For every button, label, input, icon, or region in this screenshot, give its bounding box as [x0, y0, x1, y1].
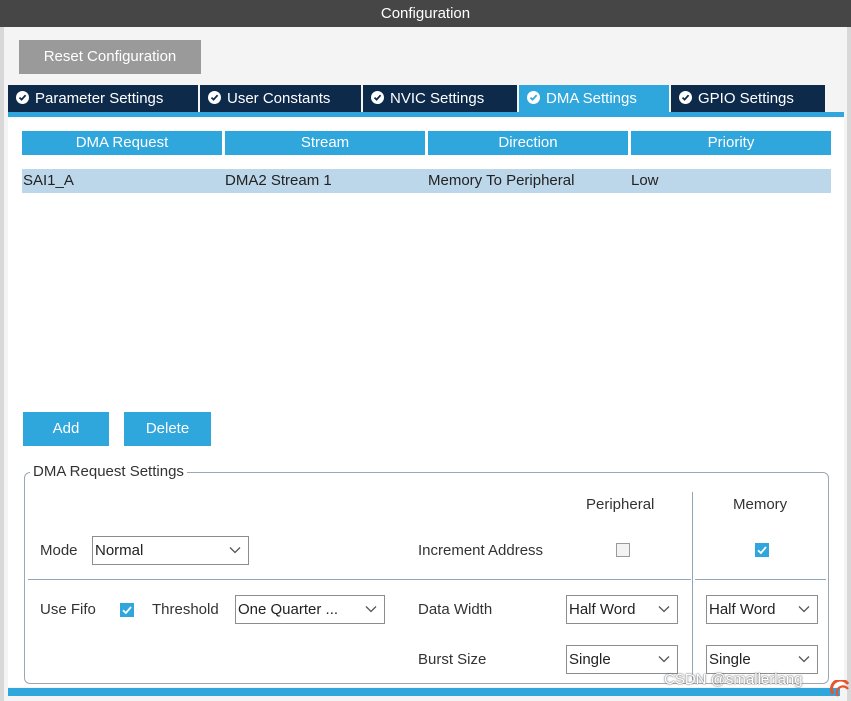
cell-priority: Low	[631, 172, 659, 189]
mode-value: Normal	[95, 542, 144, 559]
window-frame-right	[847, 27, 851, 701]
window-title-bar: Configuration	[0, 0, 851, 27]
memory-burst-size-select[interactable]: Single	[706, 645, 818, 674]
threshold-select[interactable]: One Quarter ...	[235, 595, 385, 624]
delete-button[interactable]: Delete	[124, 412, 211, 446]
use-fifo-label: Use Fifo	[40, 601, 96, 618]
panel-bottom-bar	[8, 688, 840, 696]
tab-parameter-settings[interactable]: Parameter Settings	[8, 85, 198, 112]
tab-nvic-settings[interactable]: NVIC Settings	[363, 85, 517, 112]
window-frame-left	[0, 27, 4, 701]
peripheral-column-header: Peripheral	[586, 496, 655, 513]
column-header-priority[interactable]: Priority	[631, 131, 831, 155]
cell-direction: Memory To Peripheral	[428, 172, 575, 189]
memory-column-header: Memory	[733, 496, 788, 513]
check-circle-icon	[371, 91, 384, 104]
column-divider	[692, 492, 693, 680]
add-button[interactable]: Add	[23, 412, 109, 446]
peripheral-data-width-select[interactable]: Half Word	[566, 595, 678, 624]
chevron-down-icon	[798, 656, 810, 663]
reset-configuration-button[interactable]: Reset Configuration	[19, 40, 201, 74]
chevron-down-icon	[365, 606, 377, 613]
watermark: CSDN @smallerlang	[664, 671, 803, 688]
chevron-down-icon	[798, 606, 810, 613]
mode-select[interactable]: Normal	[92, 536, 249, 565]
window-title: Configuration	[380, 5, 471, 22]
table-row[interactable]	[22, 169, 831, 193]
increment-address-label: Increment Address	[418, 542, 544, 559]
tab-label: NVIC Settings	[390, 90, 485, 107]
row-divider	[28, 579, 691, 580]
tab-gpio-settings[interactable]: GPIO Settings	[671, 85, 825, 112]
memory-data-width-value: Half Word	[709, 601, 776, 618]
chevron-down-icon	[229, 547, 241, 554]
chevron-down-icon	[658, 606, 670, 613]
burst-size-label: Burst Size	[418, 651, 487, 668]
tab-label: DMA Settings	[546, 90, 637, 107]
check-circle-icon	[679, 91, 692, 104]
tab-dma-settings[interactable]: DMA Settings	[519, 85, 669, 112]
memory-burst-size-value: Single	[709, 651, 751, 668]
checkmark-icon	[122, 606, 132, 615]
tab-label: Parameter Settings	[35, 90, 164, 107]
tab-label: GPIO Settings	[698, 90, 794, 107]
cell-stream: DMA2 Stream 1	[225, 172, 332, 189]
group-legend: DMA Request Settings	[30, 463, 187, 481]
peripheral-burst-size-select[interactable]: Single	[566, 645, 678, 674]
check-circle-icon	[16, 91, 29, 104]
column-header-stream[interactable]: Stream	[225, 131, 425, 155]
tab-label: User Constants	[227, 90, 331, 107]
tab-user-constants[interactable]: User Constants	[200, 85, 361, 112]
column-header-dma-request[interactable]: DMA Request	[22, 131, 222, 155]
chevron-down-icon	[658, 656, 670, 663]
memory-data-width-select[interactable]: Half Word	[706, 595, 818, 624]
peripheral-increment-checkbox[interactable]	[616, 543, 630, 557]
check-circle-icon	[208, 91, 221, 104]
checkmark-icon	[757, 546, 767, 555]
peripheral-data-width-value: Half Word	[569, 601, 636, 618]
check-circle-icon	[527, 91, 540, 104]
cell-dma-request: SAI1_A	[23, 172, 74, 189]
data-width-label: Data Width	[418, 601, 493, 618]
threshold-label: Threshold	[152, 601, 219, 618]
threshold-value: One Quarter ...	[238, 601, 339, 618]
column-header-direction[interactable]: Direction	[428, 131, 628, 155]
watermark-logo-icon	[830, 680, 850, 697]
memory-increment-checkbox[interactable]	[755, 543, 769, 557]
row-divider	[695, 579, 826, 580]
use-fifo-checkbox[interactable]	[120, 603, 134, 617]
peripheral-burst-size-value: Single	[569, 651, 611, 668]
mode-label: Mode	[40, 542, 78, 559]
